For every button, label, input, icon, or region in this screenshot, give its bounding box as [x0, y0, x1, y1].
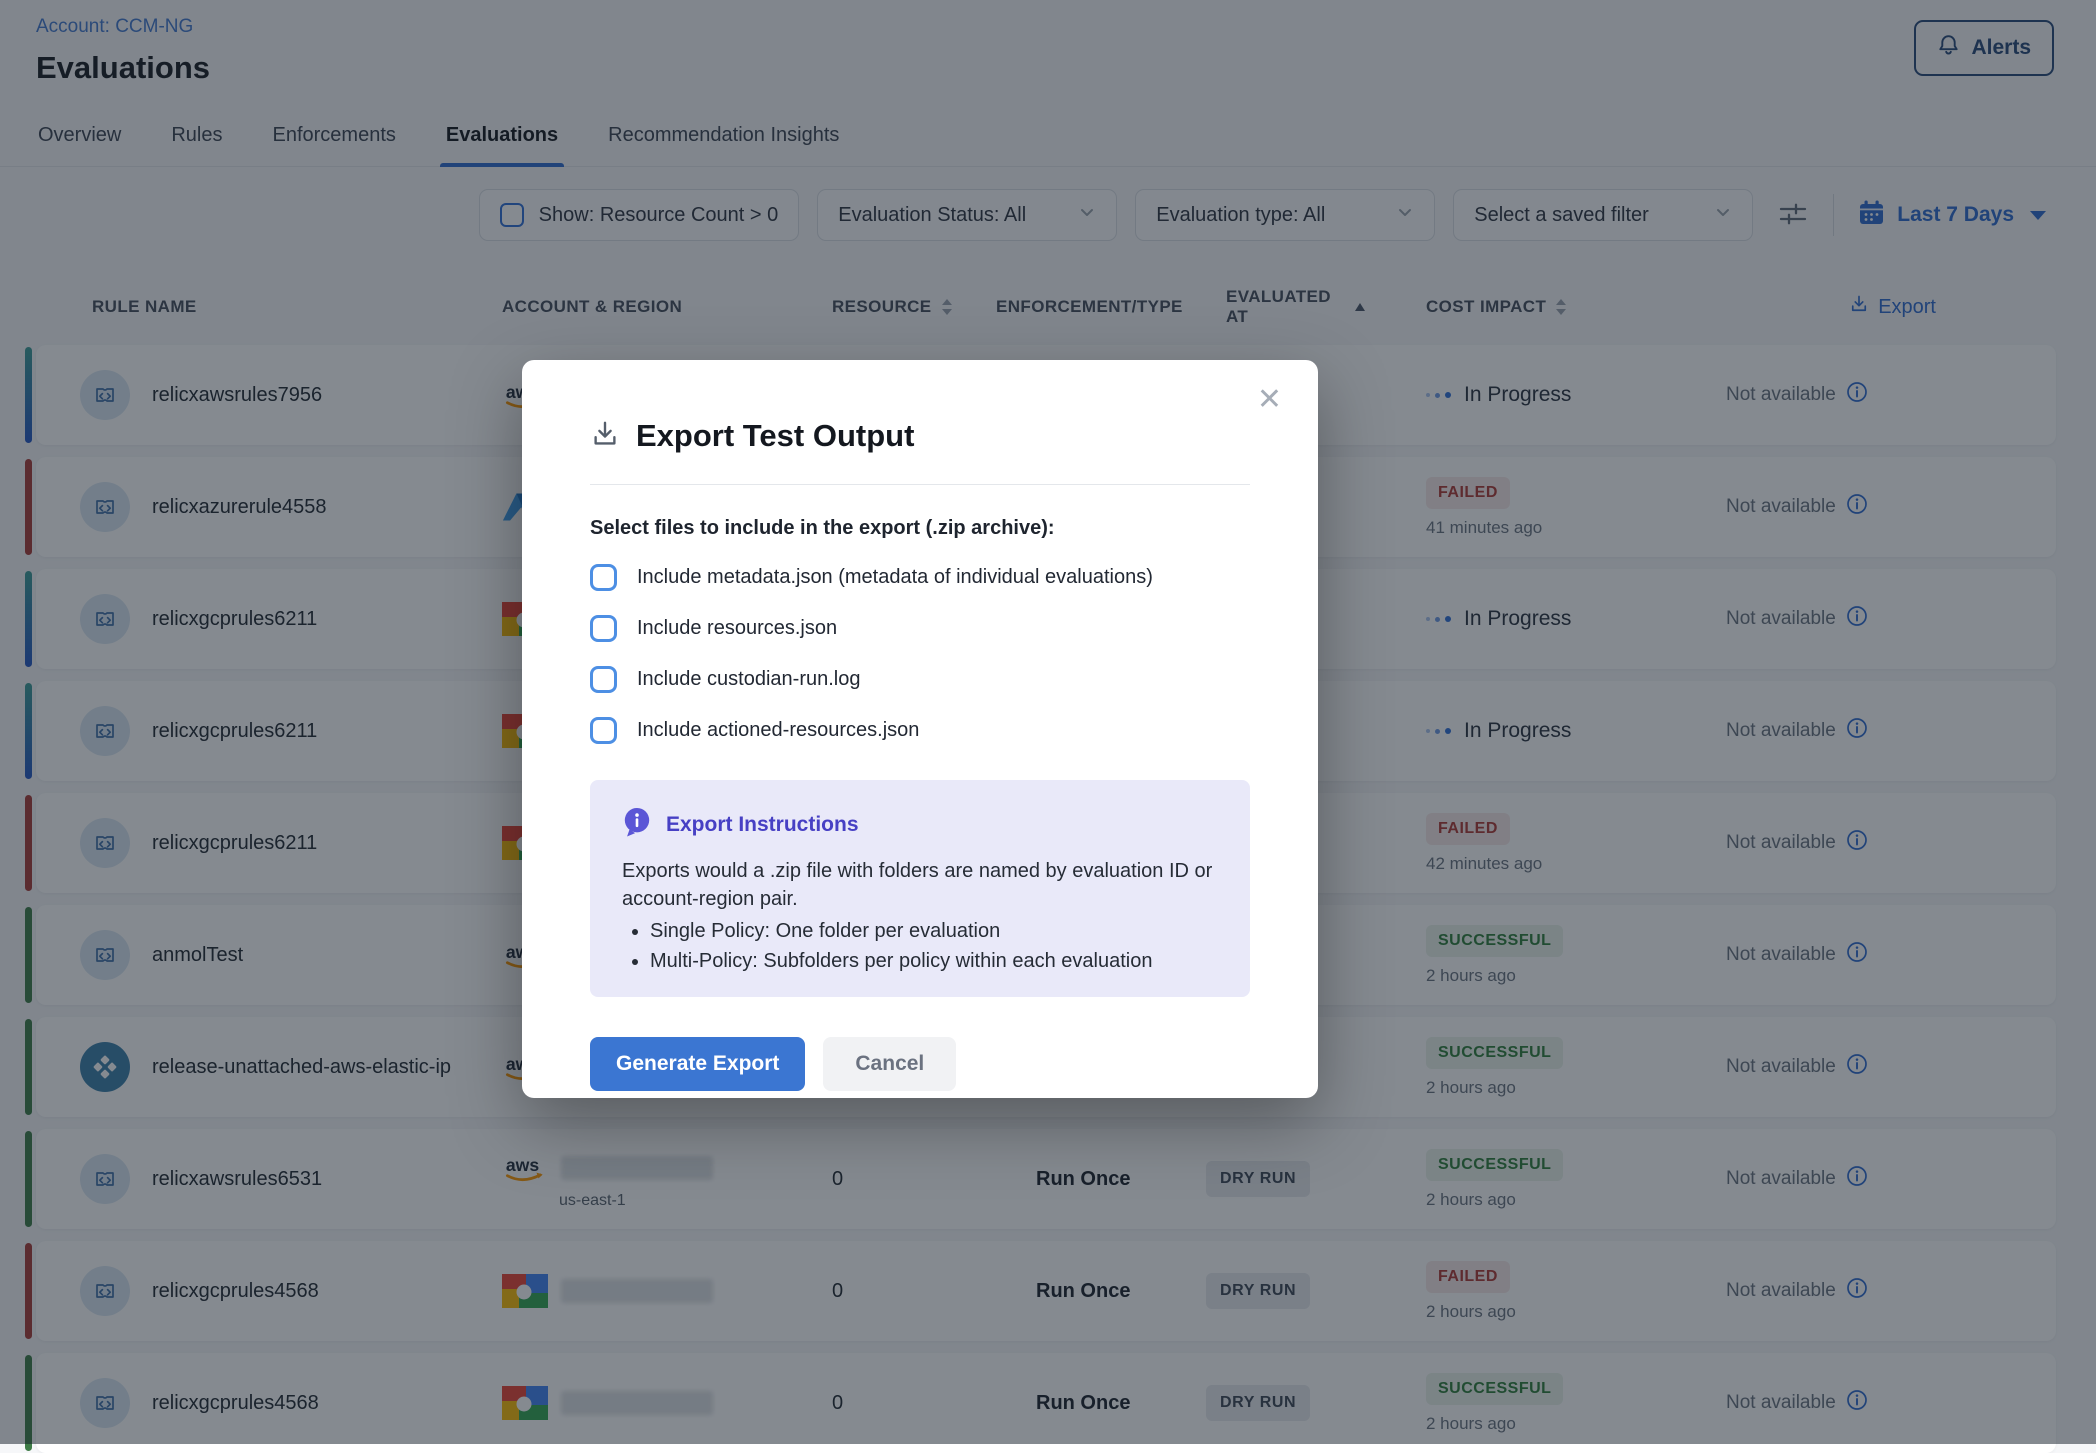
info-bubble-icon	[622, 806, 652, 843]
checkbox-label: Include actioned-resources.json	[637, 719, 919, 742]
bullet-multi-policy: Multi-Policy: Subfolders per policy with…	[650, 950, 1218, 973]
cancel-button[interactable]: Cancel	[823, 1037, 956, 1091]
select-files-label: Select files to include in the export (.…	[590, 517, 1250, 540]
checkbox[interactable]	[590, 717, 617, 744]
checkbox-label: Include metadata.json (metadata of indiv…	[637, 566, 1153, 589]
checkbox[interactable]	[590, 666, 617, 693]
divider	[590, 484, 1250, 485]
bullet-single-policy: Single Policy: One folder per evaluation	[650, 920, 1218, 943]
export-instructions-box: Export Instructions Exports would a .zip…	[590, 780, 1250, 997]
checkbox-label: Include resources.json	[637, 617, 837, 640]
instructions-body: Exports would a .zip file with folders a…	[622, 858, 1218, 913]
checkbox[interactable]	[590, 615, 617, 642]
close-icon[interactable]: ✕	[1251, 384, 1288, 416]
checkbox[interactable]	[590, 564, 617, 591]
download-icon	[590, 419, 620, 454]
checkbox-include-resources[interactable]: Include resources.json	[590, 615, 1250, 642]
checkbox-include-custodian-run-log[interactable]: Include custodian-run.log	[590, 666, 1250, 693]
checkbox-include-actioned-resources[interactable]: Include actioned-resources.json	[590, 717, 1250, 744]
checkbox-label: Include custodian-run.log	[637, 668, 860, 691]
export-test-output-modal: ✕ Export Test Output Select files to inc…	[522, 360, 1318, 1098]
instructions-bullets: Single Policy: One folder per evaluation…	[622, 920, 1218, 973]
modal-title: Export Test Output	[636, 418, 914, 454]
instructions-title: Export Instructions	[666, 813, 859, 837]
checkbox-include-metadata[interactable]: Include metadata.json (metadata of indiv…	[590, 564, 1250, 591]
generate-export-button[interactable]: Generate Export	[590, 1037, 805, 1091]
